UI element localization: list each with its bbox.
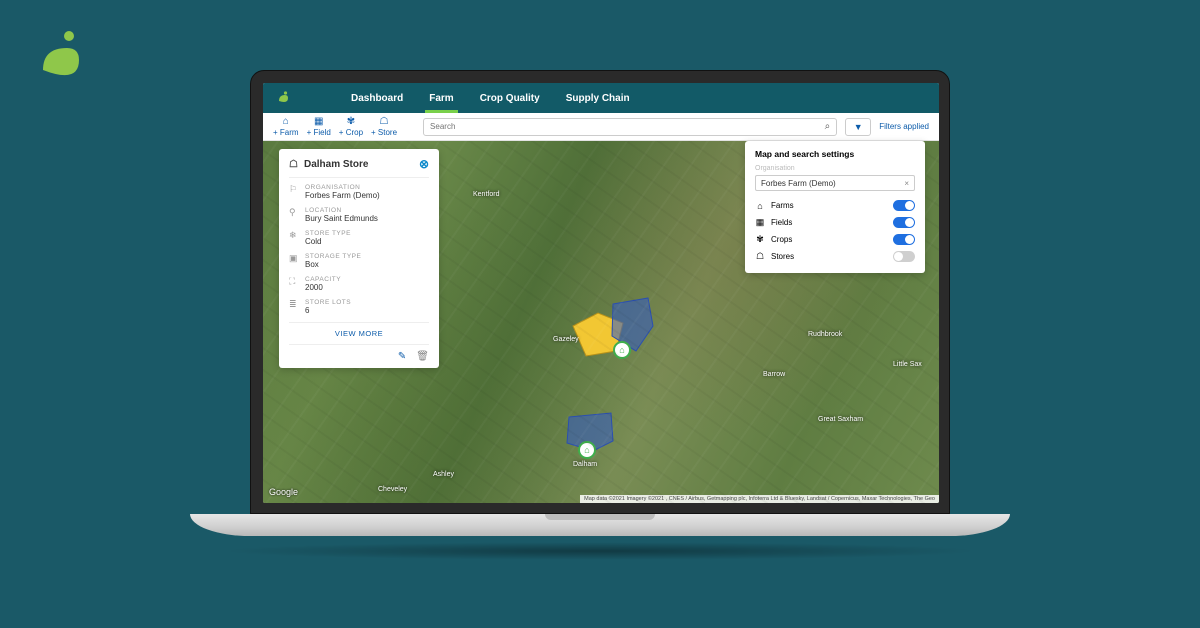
barn-icon: ⌂ — [283, 117, 289, 127]
organisation-select[interactable]: Forbes Farm (Demo) × — [755, 175, 915, 191]
field-label: ORGANISATION — [305, 184, 380, 191]
field-value: Box — [305, 260, 361, 269]
delete-icon[interactable]: 🗑 — [416, 351, 429, 362]
view-more-button[interactable]: VIEW MORE — [289, 322, 429, 345]
map-place-label: Cheveley — [378, 486, 407, 493]
add-field-button[interactable]: ▦ + Field — [307, 117, 331, 137]
fields-toggle[interactable] — [893, 217, 915, 228]
field-label: STORE LOTS — [305, 299, 351, 306]
filter-icon: ▼ — [854, 122, 863, 132]
popover-title: Map and search settings — [755, 149, 915, 159]
store-icon: ☖ — [289, 159, 298, 170]
field-label: STORAGE TYPE — [305, 253, 361, 260]
top-nav: Dashboard Farm Crop Quality Supply Chain — [263, 83, 939, 113]
map-place-label: Great Saxham — [818, 416, 863, 423]
storagetype-icon: ▣ — [289, 253, 299, 269]
field-label: CAPACITY — [305, 276, 341, 283]
farms-toggle[interactable] — [893, 200, 915, 211]
laptop-mockup: Dashboard Farm Crop Quality Supply Chain… — [250, 70, 950, 560]
add-farm-button[interactable]: ⌂ + Farm — [273, 117, 299, 137]
storetype-icon: ❄ — [289, 230, 299, 246]
crop-icon: ✾ — [755, 234, 765, 245]
filters-applied-link[interactable]: Filters applied — [879, 122, 929, 131]
crop-polygon[interactable] — [568, 311, 628, 361]
org-icon: ⚐ — [289, 184, 299, 200]
map-attribution: Map data ©2021 Imagery ©2021 , CNES / Ai… — [580, 495, 939, 503]
map-place-label: Dalham — [573, 461, 597, 468]
field-icon: ▦ — [314, 117, 323, 127]
crops-toggle[interactable] — [893, 234, 915, 245]
farm-marker[interactable]: ⌂ — [613, 341, 631, 359]
nav-tab-farm[interactable]: Farm — [429, 93, 453, 104]
store-icon: ☖ — [380, 117, 389, 127]
nav-tab-supply-chain[interactable]: Supply Chain — [566, 93, 630, 104]
organisation-value: Forbes Farm (Demo) — [761, 179, 836, 188]
map-settings-popover: Map and search settings Organisation For… — [745, 141, 925, 273]
map-provider-badge: Google — [269, 487, 298, 497]
brand-leaf-icon — [277, 91, 289, 105]
field-polygon[interactable] — [608, 296, 658, 356]
capacity-icon: ⛶ — [289, 276, 299, 292]
search-icon[interactable]: ⌕ — [825, 121, 831, 132]
app-screen: Dashboard Farm Crop Quality Supply Chain… — [263, 83, 939, 503]
field-icon: ▦ — [755, 217, 765, 228]
add-crop-button[interactable]: ✾ + Crop — [339, 117, 363, 137]
location-icon: ⚲ — [289, 207, 299, 223]
store-icon: ☖ — [755, 251, 765, 262]
laptop-shadow — [220, 542, 980, 560]
field-value: 2000 — [305, 283, 341, 292]
toolbar: ⌂ + Farm ▦ + Field ✾ + Crop ☖ + Store — [263, 113, 939, 141]
map-place-label: Gazeley — [553, 336, 579, 343]
field-label: LOCATION — [305, 207, 378, 214]
field-polygon[interactable] — [563, 411, 618, 456]
field-value: Cold — [305, 237, 351, 246]
laptop-base — [190, 514, 1010, 536]
filter-button[interactable]: ▼ — [845, 118, 871, 136]
map-place-label: Kentford — [473, 191, 499, 198]
search-box[interactable]: ⌕ — [423, 118, 837, 136]
add-crop-label: + Crop — [339, 128, 363, 137]
layer-label: Crops — [771, 235, 792, 244]
field-value: Forbes Farm (Demo) — [305, 191, 380, 200]
crop-icon: ✾ — [347, 117, 355, 127]
layer-label: Farms — [771, 201, 794, 210]
close-icon[interactable]: ⊗ — [419, 157, 429, 171]
field-value: 6 — [305, 306, 351, 315]
map-place-label: Ashley — [433, 471, 454, 478]
farm-marker[interactable]: ⌂ — [578, 441, 596, 459]
field-label: STORE TYPE — [305, 230, 351, 237]
card-title: Dalham Store — [304, 159, 368, 170]
barn-icon: ⌂ — [755, 201, 765, 211]
field-value: Bury Saint Edmunds — [305, 214, 378, 223]
add-farm-label: + Farm — [273, 128, 299, 137]
nav-tab-crop-quality[interactable]: Crop Quality — [480, 93, 540, 104]
brand-leaf-logo — [35, 30, 85, 95]
store-info-card: ☖ Dalham Store ⊗ ⚐ ORGANISATIONForbes Far… — [279, 149, 439, 368]
org-field-label: Organisation — [755, 165, 915, 172]
layer-label: Fields — [771, 218, 792, 227]
map-place-label: Rudhbrook — [808, 331, 842, 338]
map-place-label: Barrow — [763, 371, 785, 378]
clear-icon[interactable]: × — [904, 179, 909, 188]
nav-tab-dashboard[interactable]: Dashboard — [351, 93, 403, 104]
search-input[interactable] — [430, 122, 825, 131]
edit-icon[interactable]: ✎ — [398, 351, 406, 362]
lots-icon: ≣ — [289, 299, 299, 315]
map-place-label: Little Sax — [893, 361, 922, 368]
stores-toggle[interactable] — [893, 251, 915, 262]
layer-label: Stores — [771, 252, 794, 261]
add-field-label: + Field — [307, 128, 331, 137]
add-store-button[interactable]: ☖ + Store — [371, 117, 397, 137]
add-store-label: + Store — [371, 128, 397, 137]
